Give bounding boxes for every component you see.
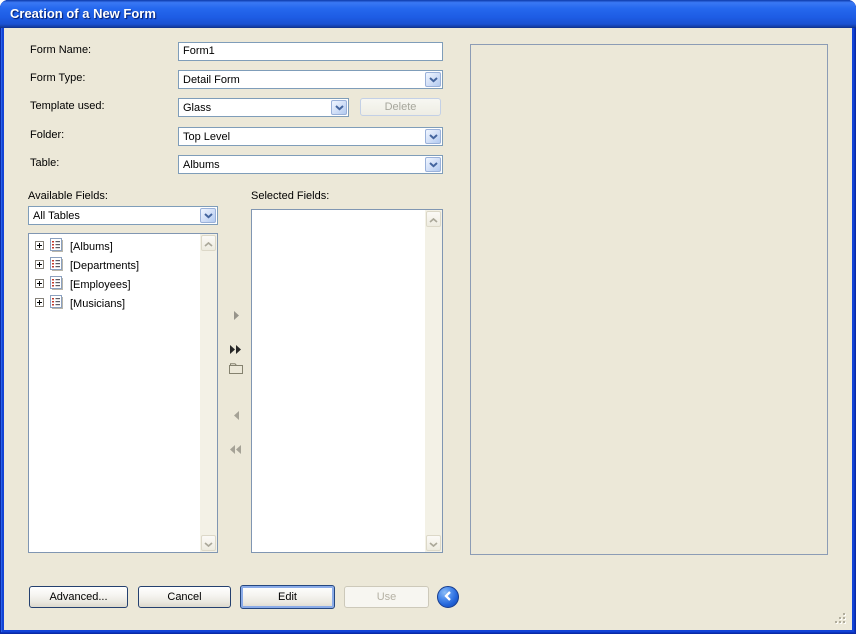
back-button[interactable]	[437, 586, 459, 608]
form-type-select[interactable]: Detail Form	[178, 70, 443, 89]
available-filter-value: All Tables	[29, 210, 199, 222]
use-button[interactable]: Use	[344, 586, 429, 608]
dialog-content: Form Name: Form Type: Template used: Fol…	[4, 28, 852, 630]
tree-expander-icon[interactable]	[35, 260, 44, 272]
chevron-left-icon	[444, 588, 452, 606]
resize-grip[interactable]	[835, 613, 847, 625]
window-title: Creation of a New Form	[10, 0, 156, 28]
selected-fields-label: Selected Fields:	[251, 190, 329, 202]
folder-label: Folder:	[30, 129, 64, 141]
titlebar[interactable]: Creation of a New Form	[0, 0, 856, 28]
move-left-button[interactable]	[224, 406, 248, 424]
chevron-down-icon	[204, 534, 213, 552]
form-name-label: Form Name:	[30, 44, 91, 56]
move-right-button[interactable]	[224, 306, 248, 324]
advanced-button[interactable]: Advanced...	[29, 586, 128, 608]
tree-item-albums[interactable]: [Albums]	[29, 237, 200, 256]
folder-icon	[228, 362, 244, 378]
available-fields-label: Available Fields:	[28, 190, 108, 202]
form-type-value: Detail Form	[179, 74, 424, 86]
table-icon	[50, 238, 64, 255]
move-all-right-button[interactable]	[224, 340, 248, 358]
arrow-right-icon	[233, 308, 240, 323]
folder-select[interactable]: Top Level	[178, 127, 443, 146]
table-icon	[50, 295, 64, 312]
tree: [Albums] [Departments] [Employees] [Musi…	[29, 237, 217, 313]
template-select[interactable]: Glass	[178, 98, 349, 117]
form-type-label: Form Type:	[30, 72, 85, 84]
tree-item-label: [Albums]	[70, 241, 113, 253]
chevron-down-icon	[425, 72, 441, 87]
form-preview-panel	[470, 44, 828, 555]
arrow-left-icon	[233, 408, 240, 423]
tree-expander-icon[interactable]	[35, 241, 44, 253]
available-fields-list[interactable]: [Albums] [Departments] [Employees] [Musi…	[28, 233, 218, 553]
tree-item-label: [Employees]	[70, 279, 131, 291]
double-arrow-left-icon	[230, 442, 242, 457]
selected-scrollbar[interactable]	[425, 210, 442, 552]
chevron-down-icon	[425, 129, 441, 144]
chevron-down-icon	[200, 208, 216, 223]
table-select[interactable]: Albums	[178, 155, 443, 174]
edit-button[interactable]: Edit	[240, 585, 335, 609]
template-used-label: Template used:	[30, 100, 105, 112]
form-name-input[interactable]: Form1	[178, 42, 443, 61]
tree-item-label: [Musicians]	[70, 298, 125, 310]
dialog-window: Creation of a New Form Form Name: Form T…	[0, 0, 856, 634]
selected-fields-list[interactable]	[251, 209, 443, 553]
new-folder-button[interactable]	[224, 361, 248, 379]
available-scrollbar[interactable]	[200, 234, 217, 552]
tree-item-departments[interactable]: [Departments]	[29, 256, 200, 275]
chevron-down-icon	[331, 100, 347, 115]
tree-item-label: [Departments]	[70, 260, 139, 272]
table-icon	[50, 257, 64, 274]
chevron-up-icon	[204, 234, 213, 252]
chevron-down-icon	[429, 534, 438, 552]
template-value: Glass	[179, 102, 330, 114]
tree-expander-icon[interactable]	[35, 298, 44, 310]
available-filter-select[interactable]: All Tables	[28, 206, 218, 225]
chevron-down-icon	[425, 157, 441, 172]
tree-item-musicians[interactable]: [Musicians]	[29, 294, 200, 313]
move-all-left-button[interactable]	[224, 440, 248, 458]
chevron-up-icon	[429, 210, 438, 228]
delete-template-button[interactable]: Delete	[360, 98, 441, 116]
scroll-up-button[interactable]	[426, 211, 441, 227]
table-label: Table:	[30, 157, 59, 169]
table-icon	[50, 276, 64, 293]
scroll-down-button[interactable]	[201, 535, 216, 551]
scroll-down-button[interactable]	[426, 535, 441, 551]
tree-item-employees[interactable]: [Employees]	[29, 275, 200, 294]
folder-value: Top Level	[179, 131, 424, 143]
table-value: Albums	[179, 159, 424, 171]
double-arrow-right-icon	[230, 342, 242, 357]
cancel-button[interactable]: Cancel	[138, 586, 231, 608]
scroll-up-button[interactable]	[201, 235, 216, 251]
tree-expander-icon[interactable]	[35, 279, 44, 291]
